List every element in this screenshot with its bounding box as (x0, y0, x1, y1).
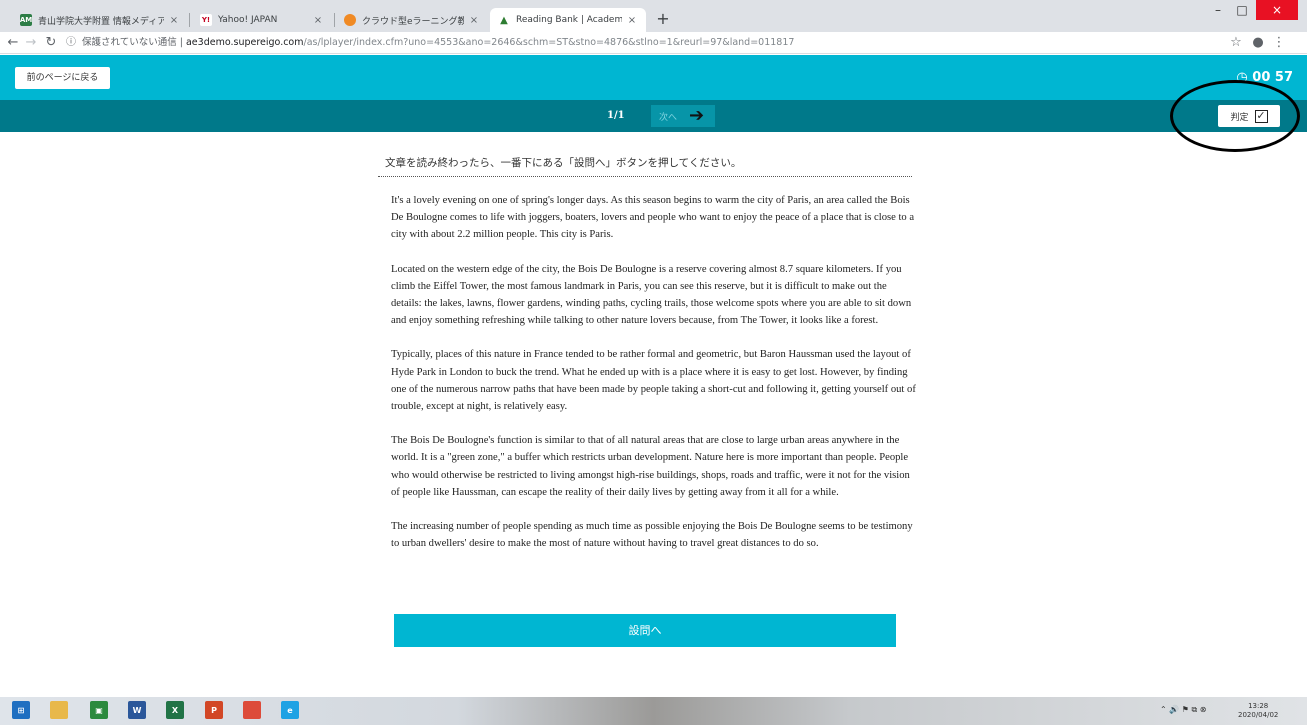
new-tab-button[interactable]: + (654, 10, 672, 28)
url-path: /as/lplayer/index.cfm?uno=4553&ano=2646&… (303, 37, 795, 48)
tab-cloud-elearning[interactable]: クラウド型eラーニング教材配信サ- × (336, 8, 488, 32)
next-button[interactable]: 次へ ➔ (651, 105, 715, 127)
tab-close-icon[interactable]: × (168, 15, 180, 26)
go-to-questions-button[interactable]: 設問へ (394, 614, 896, 647)
browser-toolbar: ← → ↻ ⓘ 保護されていない通信 | ae3demo.supereigo.c… (0, 32, 1307, 54)
dotted-divider (378, 176, 912, 177)
back-page-button[interactable]: 前のページに戻る (15, 67, 110, 89)
instruction-text: 文章を読み終わったら、一番下にある「設問へ」ボタンを押してください。 (385, 157, 742, 169)
tab-aoyama[interactable]: AM 青山学院大学附置 情報メディアセ: × (12, 8, 188, 32)
word-icon[interactable]: W (128, 701, 146, 719)
next-label: 次へ (659, 112, 678, 123)
tab-yahoo[interactable]: Y! Yahoo! JAPAN × (192, 8, 332, 32)
close-window-button[interactable]: × (1256, 0, 1298, 20)
reload-icon[interactable]: ↻ (42, 34, 60, 52)
url-domain: ae3demo.supereigo.com (185, 37, 304, 48)
powerpoint-icon[interactable]: P (205, 701, 223, 719)
tab-close-icon[interactable]: × (468, 15, 480, 26)
navigation-bar: 1/1 次へ ➔ (0, 100, 1307, 132)
excel-icon[interactable]: X (166, 701, 184, 719)
browser-tab-strip: AM 青山学院大学附置 情報メディアセ: × Y! Yahoo! JAPAN ×… (0, 0, 1307, 32)
ie-icon[interactable]: e (281, 701, 299, 719)
tab-reading-bank[interactable]: ▲ Reading Bank | Academic Exp × (490, 8, 646, 32)
menu-dots-icon[interactable]: ⋮ (1270, 34, 1288, 52)
reading-passage: It's a lovely evening on one of spring's… (391, 192, 916, 569)
yahoo-favicon-icon: Y! (200, 14, 212, 26)
passage-paragraph: The increasing number of people spending… (391, 521, 913, 550)
address-bar[interactable]: 保護されていない通信 | ae3demo.supereigo.com/as/lp… (82, 34, 794, 52)
tab-separator (189, 13, 190, 27)
tab-title: Yahoo! JAPAN (218, 15, 278, 25)
profile-icon[interactable]: ● (1249, 34, 1267, 52)
forward-arrow-icon[interactable]: → (22, 34, 40, 52)
windows-taskbar: ⊞ ▣ W X Pe ⌃ 🔊 ⚑ ⧉ ⊗ (0, 697, 1307, 725)
tab-title: Reading Bank | Academic Exp (516, 15, 622, 25)
system-tray[interactable]: ⌃ 🔊 ⚑ ⧉ ⊗ (1160, 705, 1206, 715)
minimize-button[interactable]: – (1206, 0, 1230, 20)
bookmark-star-icon[interactable]: ☆ (1227, 34, 1245, 52)
tab-title: クラウド型eラーニング教材配信サ- (362, 16, 464, 27)
aoyama-favicon-icon: AM (19, 14, 33, 26)
clock-date: 2020/04/02 (1238, 711, 1279, 719)
app-header: 前のページに戻る ◷ 00 57 (0, 55, 1307, 100)
tab-close-icon[interactable]: × (626, 15, 638, 26)
page-indicator: 1/1 (607, 110, 625, 121)
maximize-button[interactable]: □ (1230, 0, 1254, 20)
info-icon[interactable]: ⓘ (62, 34, 80, 52)
cloud-favicon-icon (344, 14, 356, 26)
file-explorer-icon[interactable] (50, 701, 68, 719)
passage-paragraph: The Bois De Boulogne's function is simil… (391, 435, 910, 498)
passage-paragraph: Typically, places of this nature in Fran… (391, 349, 916, 413)
annotation-circle (1170, 80, 1300, 152)
chrome-icon[interactable] (243, 701, 261, 719)
passage-paragraph: Located on the western edge of the city,… (391, 263, 912, 327)
arrow-right-icon: ➔ (689, 105, 705, 126)
lock-favicon-icon: ▲ (500, 14, 508, 26)
insecure-label: 保護されていない通信 (82, 37, 177, 48)
passage-paragraph: It's a lovely evening on one of spring's… (391, 195, 915, 241)
tab-close-icon[interactable]: × (312, 15, 324, 26)
store-icon[interactable]: ▣ (90, 701, 108, 719)
tab-title: 青山学院大学附置 情報メディアセ: (38, 16, 164, 27)
windows-start-icon[interactable]: ⊞ (12, 701, 30, 719)
back-arrow-icon[interactable]: ← (4, 34, 22, 52)
tab-separator (334, 13, 335, 27)
system-clock[interactable]: 13:28 2020/04/02 (1238, 702, 1278, 720)
clock-time: 13:28 (1248, 702, 1269, 710)
